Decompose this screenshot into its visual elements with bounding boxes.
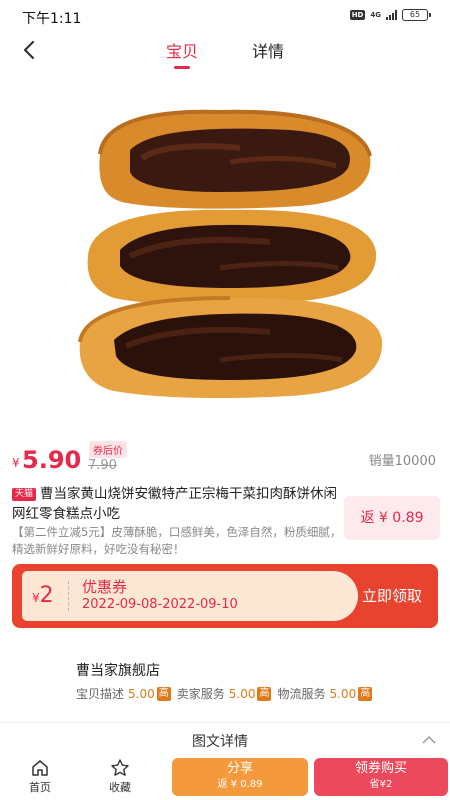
home-button[interactable]: 首页 (20, 758, 60, 800)
tab-product[interactable]: 宝贝 (166, 38, 198, 62)
product-title-text: 曹当家黄山烧饼安徽特产正宗梅干菜扣肉酥饼休闲网红零食糕点小吃 (12, 486, 338, 522)
battery-icon: 65 (402, 9, 431, 21)
tab-details[interactable]: 详情 (252, 38, 284, 62)
back-arrow-icon[interactable] (16, 36, 44, 64)
rating-label: 宝贝描述 (76, 687, 125, 701)
claim-coupon-button[interactable]: 立即领取 (362, 585, 422, 606)
tab-indicator (174, 66, 190, 69)
price-row: ¥ 5.90 券后价 7.90 销量10000 (0, 440, 450, 480)
product-title: 天猫 曹当家黄山烧饼安徽特产正宗梅干菜扣肉酥饼休闲网红零食糕点小吃 (12, 484, 348, 524)
original-price: 7.90 (88, 458, 117, 473)
home-icon (32, 760, 48, 776)
coupon-currency: ¥ (32, 591, 40, 605)
current-price: 5.90 (22, 446, 82, 474)
signal-icon (386, 10, 397, 20)
sales-count: 销量10000 (368, 454, 436, 469)
rating-label: 物流服务 (277, 687, 326, 701)
coupon-divider (68, 581, 69, 611)
detail-section-header[interactable]: 图文详情 (0, 722, 450, 762)
coupon-amount: ¥2 (32, 583, 54, 608)
star-icon (111, 759, 129, 776)
tmall-badge: 天猫 (12, 488, 37, 501)
product-description: 【第二件立减5元】皮薄酥脆，口感鲜美，色泽自然，粉质细腻，精选新鲜好原料，好吃没… (12, 525, 342, 556)
after-coupon-price-tag: 券后价 (89, 441, 127, 458)
store-ratings: 宝贝描述 5.00 高 卖家服务 5.00 高 物流服务 5.00 高 (76, 685, 378, 702)
buy-label: 领券购买 (354, 761, 407, 776)
rating-score: 5.00 (128, 686, 155, 701)
coupon-name: 优惠券 (82, 578, 128, 596)
rating-score: 5.00 (228, 686, 256, 701)
hd-icon: HD (349, 10, 366, 20)
status-icons: HD 4G 65 (349, 9, 431, 21)
rating-level-badge: 高 (358, 686, 373, 701)
share-button[interactable]: 分享 返 ¥ 0.89 (172, 758, 308, 796)
nav-bar: 宝贝 详情 (0, 32, 450, 72)
home-label: 首页 (29, 781, 51, 794)
favorite-button[interactable]: 收藏 (100, 758, 140, 800)
share-label: 分享 (226, 761, 253, 776)
buy-savings: 省¥2 (369, 779, 393, 790)
buy-with-coupon-button[interactable]: 领券购买 省¥2 (314, 758, 448, 796)
chevron-up-icon[interactable] (422, 735, 436, 745)
rebate-badge: 返 ¥ 0.89 (344, 496, 440, 540)
coupon-inner: ¥2 优惠券 2022-09-08-2022-09-10 (22, 571, 358, 621)
coupon-value: 2 (39, 583, 54, 608)
bottom-bar: 首页 收藏 分享 返 ¥ 0.89 领券购买 省¥2 (0, 758, 450, 800)
rating-level-badge: 高 (257, 686, 272, 701)
rating-score: 5.00 (329, 686, 357, 701)
favorite-label: 收藏 (109, 781, 131, 794)
rating-level-badge: 高 (156, 686, 171, 701)
coupon-card[interactable]: ¥2 优惠券 2022-09-08-2022-09-10 立即领取 (12, 564, 438, 628)
status-time: 下午1:11 (22, 11, 82, 27)
store-name[interactable]: 曹当家旗舰店 (76, 660, 160, 680)
status-bar: 下午1:11 HD 4G 65 (0, 0, 450, 32)
network-type: 4G (370, 10, 381, 19)
detail-section-title: 图文详情 (192, 734, 248, 750)
rating-label: 卖家服务 (176, 687, 225, 701)
share-rebate: 返 ¥ 0.89 (217, 779, 263, 790)
currency-symbol: ¥ (12, 456, 20, 470)
product-image[interactable] (70, 92, 390, 412)
coupon-dates: 2022-09-08-2022-09-10 (82, 597, 238, 612)
